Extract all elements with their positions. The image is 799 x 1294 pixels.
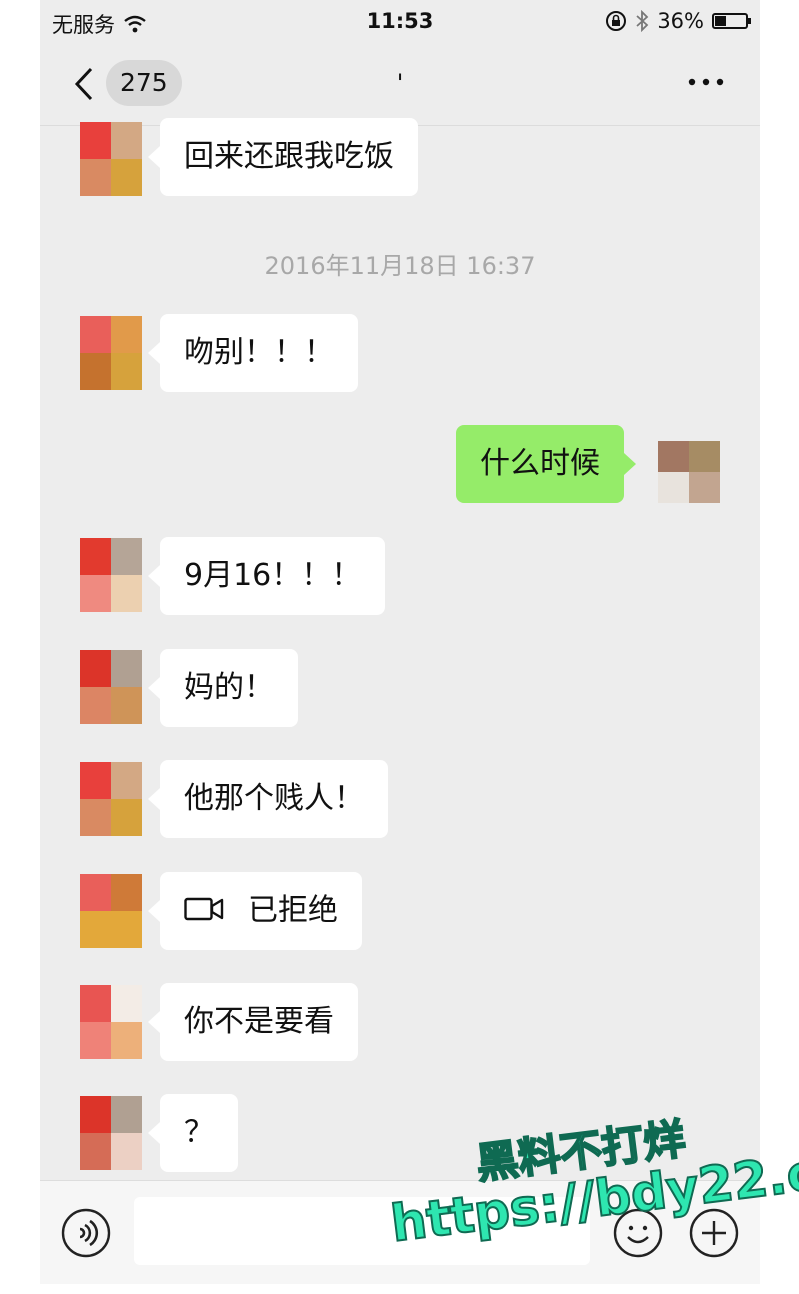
video-call-icon [184,897,224,920]
chat-nav-bar: 275 ' [40,45,760,126]
message-text: 9月16！！！ [184,558,362,593]
message-bubble[interactable]: ？ [148,1094,238,1172]
contact-avatar[interactable] [80,650,142,724]
contact-avatar[interactable] [80,762,142,836]
voice-icon[interactable] [60,1207,112,1259]
status-right-group: 36% [605,9,751,33]
chat-title: ' [396,69,404,97]
contact-avatar[interactable] [80,122,142,196]
chat-input-bar [40,1180,760,1284]
message-text: 吻别！！！ [184,335,334,370]
more-options-icon[interactable] [686,75,726,89]
message-bubble[interactable]: 回来还跟我吃饭 [148,118,418,196]
contact-avatar[interactable] [80,874,142,948]
battery-icon [712,13,751,29]
message-text: 你不是要看 [184,1004,334,1039]
bluetooth-icon [636,10,649,32]
message-bubble[interactable]: 妈的！ [148,649,298,727]
message-bubble[interactable]: 你不是要看 [148,983,358,1061]
contact-avatar[interactable] [80,985,142,1059]
message-text: 回来还跟我吃饭 [184,139,394,174]
message-text: 妈的！ [184,670,274,705]
message-text: 他那个贱人！ [184,781,364,816]
battery-percent: 36% [657,9,704,33]
emoji-icon[interactable] [612,1207,664,1259]
message-bubble[interactable]: 吻别！！！ [148,314,358,392]
unread-count-badge[interactable]: 275 [106,60,182,106]
battery-fill [715,16,726,26]
message-bubble[interactable]: 已拒绝 [148,872,362,950]
chat-timestamp: 2016年11月18日 16:37 [264,252,536,280]
phone-screen: 无服务 11:53 36% 275 ' 回来还跟我吃饭 2016年11月18日 … [40,0,760,1284]
message-bubble-outgoing[interactable]: 什么时候 [456,425,636,503]
contact-avatar[interactable] [80,1096,142,1170]
contact-avatar[interactable] [80,538,142,612]
status-bar: 无服务 11:53 36% [40,0,760,45]
message-text: 什么时候 [480,446,600,481]
message-bubble[interactable]: 9月16！！！ [147,537,386,615]
rotation-lock-icon [606,11,627,31]
contact-avatar[interactable] [80,316,142,390]
plus-icon[interactable] [688,1207,740,1259]
message-text: 已拒绝 [248,893,338,928]
my-avatar[interactable] [658,441,720,503]
message-bubble[interactable]: 他那个贱人！ [148,760,388,838]
message-text: ？ [184,1115,214,1150]
message-input[interactable] [134,1197,590,1265]
back-chevron-icon[interactable] [74,67,94,101]
